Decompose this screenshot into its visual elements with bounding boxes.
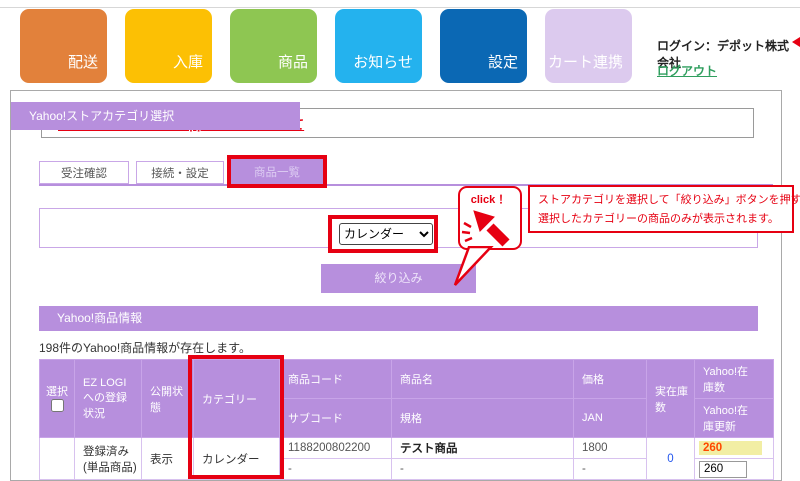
product-table: 選択 EZ LOGIへの登録状況 公開状態 カテゴリー 商品コード 商品名 価格… bbox=[39, 359, 773, 480]
header-yahoo-stock-label: Yahoo!在庫数 bbox=[703, 363, 753, 395]
row-ezlogi-status: 登録済み(単品商品) bbox=[75, 438, 142, 480]
header-category: カテゴリー bbox=[194, 360, 280, 438]
header-yahoo-stock: Yahoo!在庫数 bbox=[695, 360, 774, 399]
category-select-highlight-box: カレンダー bbox=[328, 215, 438, 253]
instruction-annotation: ストアカテゴリを選択して「絞り込み」ボタンを押すと 選択したカテゴリーの商品のみ… bbox=[528, 185, 794, 233]
header-product-code: 商品コード bbox=[280, 360, 392, 399]
header-publish-state: 公開状態 bbox=[142, 360, 194, 438]
category-select-dropdown[interactable]: カレンダー bbox=[339, 223, 433, 245]
cursor-arrow-icon bbox=[460, 207, 516, 249]
row-yahoo-update-cell bbox=[695, 459, 774, 480]
tab-connection-settings[interactable]: 接続・設定 bbox=[136, 161, 224, 184]
row-product-name: テスト商品 bbox=[392, 438, 574, 459]
nav-button-settings[interactable]: 設定 bbox=[440, 9, 527, 83]
nav-button-products[interactable]: 商品 bbox=[230, 9, 317, 83]
nav-button-receiving[interactable]: 入庫 bbox=[125, 9, 212, 83]
row-publish-state: 表示 bbox=[142, 438, 194, 480]
row-jan: - bbox=[574, 459, 647, 480]
click-callout-bubble: click ！ bbox=[458, 186, 522, 250]
annotation-line-1: ストアカテゴリを選択して「絞り込み」ボタンを押すと bbox=[538, 191, 792, 210]
header-spec: 規格 bbox=[392, 399, 574, 438]
tab-product-list-active[interactable]: 商品一覧 bbox=[227, 155, 327, 188]
header-sub-code: サブコード bbox=[280, 399, 392, 438]
row-real-stock-link[interactable]: 0 bbox=[647, 438, 695, 480]
edge-cursor-arrow-icon bbox=[792, 37, 800, 47]
yahoo-stock-highlight: 260 bbox=[699, 441, 762, 455]
callout-tail bbox=[449, 246, 497, 288]
row-category: カレンダー bbox=[194, 438, 280, 480]
header-real-stock: 実在庫数 bbox=[647, 360, 695, 438]
header-price: 価格 bbox=[574, 360, 647, 399]
nav-button-delivery[interactable]: 配送 bbox=[20, 9, 107, 83]
row-yahoo-stock-cell: 260 bbox=[695, 438, 774, 459]
header-yahoo-stock-update: Yahoo!在庫更新 bbox=[695, 399, 774, 438]
row-spec: - bbox=[392, 459, 574, 480]
header-ezlogi-status: EZ LOGIへの登録状況 bbox=[75, 360, 142, 438]
row-price: 1800 bbox=[574, 438, 647, 459]
nav-button-cart-link[interactable]: カート連携 bbox=[545, 9, 632, 83]
category-select-label: Yahoo!ストアカテゴリ選択 bbox=[11, 102, 300, 130]
header-jan: JAN bbox=[574, 399, 647, 438]
select-all-checkbox[interactable] bbox=[51, 399, 64, 412]
top-divider bbox=[0, 7, 800, 8]
nav-button-news[interactable]: お知らせ bbox=[335, 9, 422, 83]
yahoo-stock-update-input[interactable] bbox=[699, 461, 747, 478]
main-nav: 配送 入庫 商品 お知らせ 設定 カート連携 bbox=[20, 9, 632, 83]
product-count-text: 198件のYahoo!商品情報が存在します。 bbox=[39, 339, 251, 356]
logout-link[interactable]: ログアウト bbox=[657, 62, 717, 79]
click-callout-label: click ！ bbox=[460, 191, 520, 207]
main-content-panel: BASE商品オプションAppへの対応について 受注確認 接続・設定 商品一覧 Y… bbox=[10, 90, 782, 481]
row-select-cell[interactable] bbox=[40, 438, 75, 480]
header-product-name: 商品名 bbox=[392, 360, 574, 399]
row-sub-code: - bbox=[280, 459, 392, 480]
tab-order-check[interactable]: 受注確認 bbox=[39, 161, 129, 184]
header-select: 選択 bbox=[40, 360, 75, 438]
annotation-line-2: 選択したカテゴリーの商品のみが表示されます。 bbox=[538, 210, 792, 229]
table-row: 登録済み(単品商品) 表示 カレンダー 1188200802200 テスト商品 … bbox=[40, 438, 774, 459]
product-info-header: Yahoo!商品情報 bbox=[39, 306, 758, 331]
header-yahoo-stock-update-label: Yahoo!在庫更新 bbox=[703, 402, 753, 434]
row-product-code: 1188200802200 bbox=[280, 438, 392, 459]
header-select-label: 選択 bbox=[42, 383, 72, 399]
